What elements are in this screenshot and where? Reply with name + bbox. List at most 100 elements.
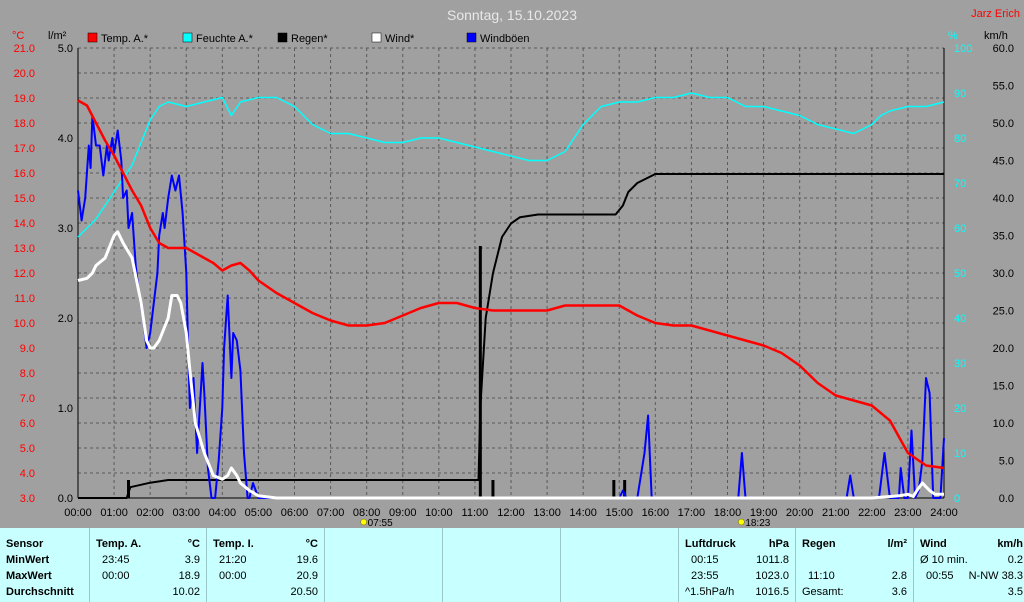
temp-a-min-time: 23:45 xyxy=(102,554,130,566)
wind-tick-label: 15.0 xyxy=(993,381,1014,393)
legend-label: Regen* xyxy=(291,33,328,45)
humidity-tick-label: 60 xyxy=(954,223,966,235)
temp-tick-label: 17.0 xyxy=(14,143,35,155)
rain-total-label: Gesamt: xyxy=(802,586,844,598)
temp-tick-label: 3.0 xyxy=(20,493,35,505)
wind-max-time: 00:55 xyxy=(926,570,954,582)
temp-i-avg: 20.50 xyxy=(290,586,318,598)
stats-wind-col: Wind km/h Ø 10 min. 0.2 00:55 N-NW 38.3 … xyxy=(913,528,1024,602)
temp-tick-label: 6.0 xyxy=(20,418,35,430)
temp-a-max-time: 00:00 xyxy=(102,570,130,582)
pressure-min: 1011.8 xyxy=(756,554,789,566)
humidity-tick-label: 80 xyxy=(954,133,966,145)
temp-tick-label: 14.0 xyxy=(14,218,35,230)
humidity-tick-label: 40 xyxy=(954,313,966,325)
rain-tick-label: 3.0 xyxy=(58,223,73,235)
humidity-unit: % xyxy=(948,30,958,42)
legend-swatch xyxy=(466,32,477,43)
wind-tick-label: 40.0 xyxy=(993,193,1014,205)
temp-tick-label: 12.0 xyxy=(14,268,35,280)
x-tick-label: 01:00 xyxy=(100,507,128,519)
temp-tick-label: 18.0 xyxy=(14,118,35,130)
x-tick-label: 00:00 xyxy=(64,507,92,519)
sunrise-label: 07:55 xyxy=(368,518,393,528)
temp-tick-label: 9.0 xyxy=(20,343,35,355)
legend-swatch xyxy=(87,32,98,43)
temp-i-header: Temp. I. xyxy=(213,538,254,550)
temp-tick-label: 20.0 xyxy=(14,68,35,80)
stats-empty-col-3 xyxy=(560,528,678,602)
temp-a-header: Temp. A. xyxy=(96,538,142,550)
stats-temp-a-col: Temp. A. °C 23:45 3.9 00:00 18.9 10.02 xyxy=(89,528,206,602)
wind-unit: km/h xyxy=(984,30,1008,42)
sunset-icon xyxy=(738,518,745,526)
weather-chart: 3.0 4.0 5.0 6.0 7.0 8.0 9.0 10.0 11.0 12.0 13.0 14.… xyxy=(12,7,1020,528)
temp-tick-label: 10.0 xyxy=(14,318,35,330)
legend-label: Temp. A.* xyxy=(101,33,149,45)
temp-tick-label: 16.0 xyxy=(14,168,35,180)
humidity-tick-label: 20 xyxy=(954,403,966,415)
wind-stats-unit: km/h xyxy=(997,538,1023,550)
humidity-tick-label: 50 xyxy=(954,268,966,280)
rain-tick-label: 2.0 xyxy=(58,313,73,325)
temp-a-avg: 10.02 xyxy=(172,586,200,598)
legend-swatch xyxy=(182,32,193,43)
wind-min-label: Ø 10 min. xyxy=(920,554,968,566)
legend-label: Feuchte A.* xyxy=(196,33,254,45)
x-tick-label: 23:00 xyxy=(894,507,922,519)
temp-tick-label: 19.0 xyxy=(14,93,35,105)
temp-i-unit: °C xyxy=(305,538,318,550)
pressure-unit: hPa xyxy=(768,538,789,550)
rain-max-time: 11:10 xyxy=(808,570,835,582)
temp-tick-label: 5.0 xyxy=(20,443,35,455)
rain-tick-label: 0.0 xyxy=(58,493,73,505)
wind-avg: 3.5 xyxy=(1007,586,1023,598)
wind-tick-label: 35.0 xyxy=(993,231,1014,243)
max-label: MaxWert xyxy=(6,570,52,582)
x-tick-label: 17:00 xyxy=(678,507,706,519)
wind-tick-label: 5.0 xyxy=(999,456,1014,468)
x-tick-label: 16:00 xyxy=(642,507,670,519)
temp-i-min: 19.6 xyxy=(296,554,318,566)
pressure-max-time: 23:55 xyxy=(691,570,719,582)
wind-tick-label: 60.0 xyxy=(993,43,1014,55)
temp-a-max: 18.9 xyxy=(178,570,200,582)
pressure-max: 1023.0 xyxy=(755,570,789,582)
temp-i-max-time: 00:00 xyxy=(219,570,247,582)
wind-max: N-NW 38.3 xyxy=(968,570,1023,582)
x-tick-label: 11:00 xyxy=(462,507,489,519)
humidity-tick-label: 70 xyxy=(954,178,966,190)
rain-tick-label: 4.0 xyxy=(58,133,73,145)
temp-tick-label: 13.0 xyxy=(14,243,35,255)
temp-a-min: 3.9 xyxy=(184,554,200,566)
x-tick-label: 20:00 xyxy=(786,507,814,519)
x-tick-label: 24:00 xyxy=(930,507,958,519)
x-tick-label: 10:00 xyxy=(425,507,453,519)
min-label: MinWert xyxy=(6,554,50,566)
wind-tick-label: 30.0 xyxy=(993,268,1014,280)
temp-unit: °C xyxy=(12,30,24,42)
rain-header: Regen xyxy=(802,538,836,550)
rain-total: 3.6 xyxy=(891,586,907,598)
x-tick-label: 02:00 xyxy=(136,507,164,519)
temp-i-min-time: 21:20 xyxy=(219,554,247,566)
wind-tick-label: 25.0 xyxy=(993,306,1014,318)
x-tick-label: 13:00 xyxy=(533,507,561,519)
temp-i-max: 20.9 xyxy=(296,570,318,582)
stats-empty-col-2 xyxy=(442,528,560,602)
temp-tick-label: 15.0 xyxy=(14,193,35,205)
stats-temp-i-col: Temp. I. °C 21:20 19.6 00:00 20.9 20.50 xyxy=(206,528,324,602)
temp-tick-label: 8.0 xyxy=(20,368,35,380)
x-tick-label: 18:00 xyxy=(714,507,742,519)
x-tick-label: 06:00 xyxy=(281,507,309,519)
rain-max: 2.8 xyxy=(891,570,907,582)
wind-tick-label: 10.0 xyxy=(993,418,1014,430)
x-tick-label: 07:00 xyxy=(317,507,345,519)
humidity-tick-label: 90 xyxy=(954,88,966,100)
wind-tick-label: 20.0 xyxy=(993,343,1014,355)
x-tick-label: 21:00 xyxy=(822,507,850,519)
stats-empty-col-1 xyxy=(324,528,442,602)
x-tick-label: 05:00 xyxy=(245,507,273,519)
station-name: Jarz Erich xyxy=(971,8,1020,20)
humidity-tick-label: 0 xyxy=(954,493,960,505)
